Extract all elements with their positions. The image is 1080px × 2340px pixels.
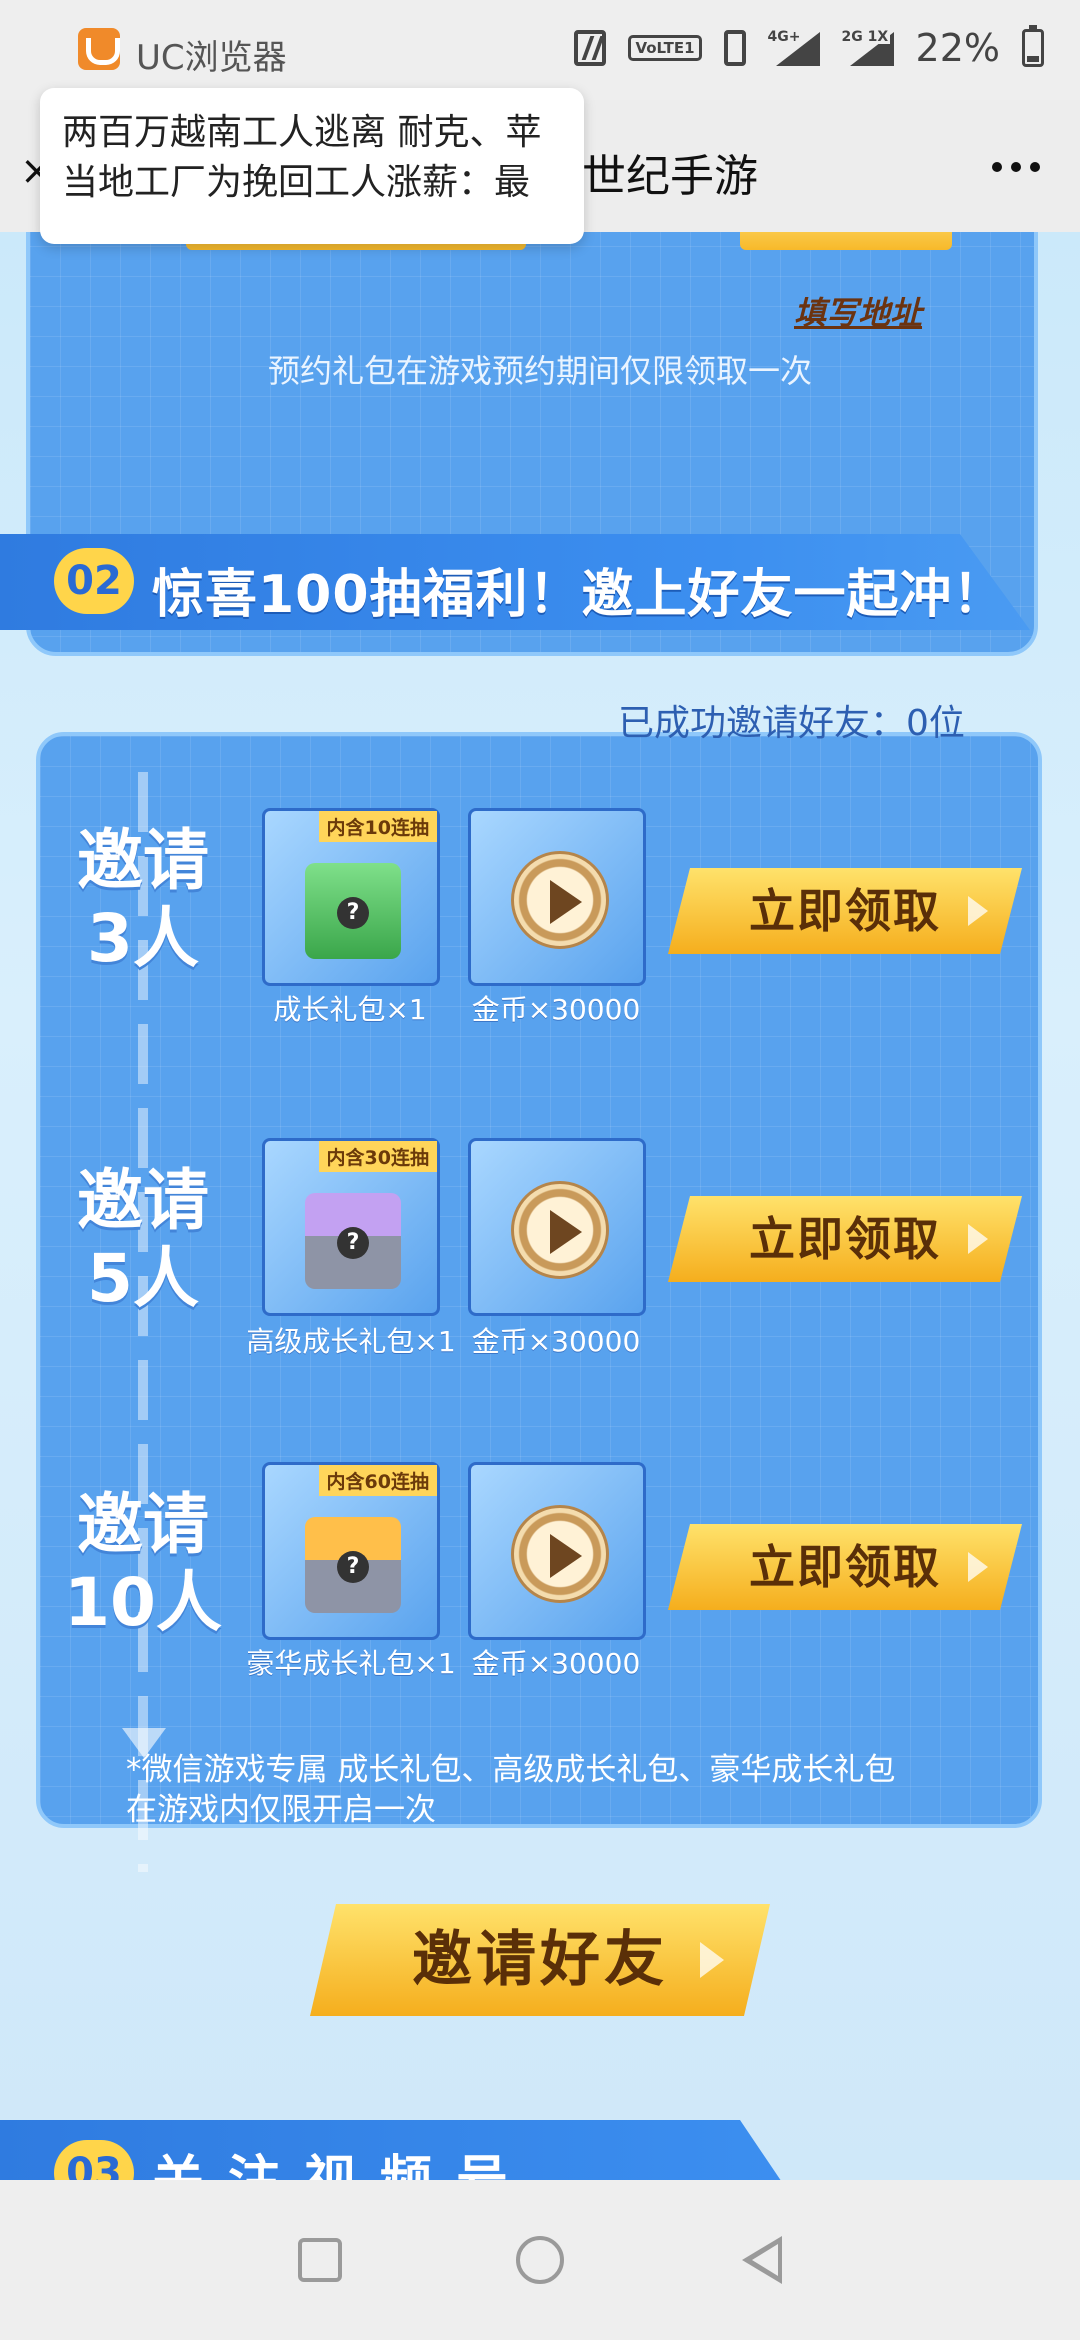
fill-address-link[interactable]: 填写地址	[794, 288, 922, 334]
box-caption: 成长礼包×1	[273, 993, 427, 1026]
back-icon[interactable]	[742, 2236, 782, 2284]
signal-4g-icon: 4G+	[767, 30, 820, 66]
coin-icon	[511, 1505, 609, 1603]
coin-card[interactable]	[468, 808, 646, 986]
news-popup-line2: 当地工厂为挽回工人涨薪：最	[62, 162, 531, 203]
news-popup[interactable]: 两百万越南工人逃离 耐克、苹 当地工厂为挽回工人涨薪：最	[40, 88, 584, 244]
recent-apps-icon[interactable]	[298, 2238, 342, 2282]
status-icons: VoLTE1 4G+ 2G 1X 22%	[574, 25, 1044, 70]
box-tag: 内含30连抽	[318, 1141, 437, 1172]
coin-card[interactable]	[468, 1138, 646, 1316]
footnote-line2: 在游戏内仅限开启一次	[126, 1792, 436, 1828]
tier-label-line2: 10人	[64, 1564, 222, 1641]
volte-icon: VoLTE1	[628, 35, 702, 61]
growth-pack-card[interactable]: 内含10连抽	[262, 808, 440, 986]
claim-button[interactable]: 立即领取	[668, 868, 1022, 954]
home-icon[interactable]	[516, 2236, 564, 2284]
vibrate-icon	[723, 30, 746, 66]
coin-icon	[511, 1181, 609, 1279]
tier-label-10: 邀请 10人	[58, 1486, 228, 1642]
orange-chest-icon	[305, 1517, 401, 1613]
green-chest-icon	[305, 863, 401, 959]
box-tag: 内含10连抽	[318, 811, 437, 842]
tier-label-line1: 邀请	[77, 1162, 209, 1239]
deluxe-growth-pack-card[interactable]: 内含60连抽	[262, 1462, 440, 1640]
tier-label-5: 邀请 5人	[58, 1162, 228, 1318]
section-title: 惊喜100抽福利！邀上好友一起冲！	[152, 565, 1006, 625]
status-app-name: UC浏览器	[136, 38, 287, 78]
navigation-bar	[0, 2180, 1080, 2340]
page-content: 填写地址 预约礼包在游戏预约期间仅限领取一次 02 惊喜100抽福利！邀上好友一…	[0, 232, 1080, 2180]
reserve-note: 预约礼包在游戏预约期间仅限领取一次	[267, 352, 812, 390]
footnote: *微信游戏专属 成长礼包、高级成长礼包、豪华成长礼包 在游戏内仅限开启一次	[126, 1750, 1006, 1830]
invite-friends-button[interactable]: 邀请好友	[310, 1904, 770, 2016]
tier-label-line1: 邀请	[77, 1486, 209, 1563]
signal-2g-icon: 2G 1X	[841, 30, 894, 66]
coin-caption: 金币×30000	[471, 1325, 641, 1358]
tier-label-line2: 5人	[87, 1240, 199, 1317]
box-caption: 高级成长礼包×1	[246, 1325, 456, 1358]
tier-label-line1: 邀请	[77, 822, 209, 899]
battery-icon	[1022, 25, 1044, 67]
uc-browser-logo-icon	[78, 28, 120, 70]
coin-caption: 金币×30000	[471, 993, 641, 1026]
coin-card[interactable]	[468, 1462, 646, 1640]
section-number-badge: 02	[54, 548, 134, 614]
coin-caption: 金币×30000	[471, 1647, 641, 1680]
coin-icon	[511, 851, 609, 949]
box-tag: 内含60连抽	[318, 1465, 437, 1496]
page-title: 世纪手游	[582, 151, 758, 202]
section-title: 关注视频号	[152, 2138, 532, 2180]
news-popup-line1: 两百万越南工人逃离 耐克、苹	[62, 112, 542, 153]
nfc-icon	[574, 30, 607, 66]
reserve-button-partial-2[interactable]	[740, 232, 952, 250]
more-dots-icon[interactable]	[992, 162, 1040, 172]
footnote-line1: *微信游戏专属 成长礼包、高级成长礼包、豪华成长礼包	[126, 1752, 896, 1788]
status-bar: UC浏览器 VoLTE1 4G+ 2G 1X 22%	[0, 0, 1080, 100]
invite-count: 已成功邀请好友：0位	[618, 703, 965, 744]
tier-label-line2: 3人	[87, 900, 199, 977]
claim-button[interactable]: 立即领取	[668, 1524, 1022, 1610]
purple-chest-icon	[305, 1193, 401, 1289]
box-caption: 豪华成长礼包×1	[246, 1647, 456, 1680]
claim-button[interactable]: 立即领取	[668, 1196, 1022, 1282]
tier-label-3: 邀请 3人	[58, 822, 228, 978]
battery-percent: 22%	[915, 26, 1000, 70]
advanced-growth-pack-card[interactable]: 内含30连抽	[262, 1138, 440, 1316]
